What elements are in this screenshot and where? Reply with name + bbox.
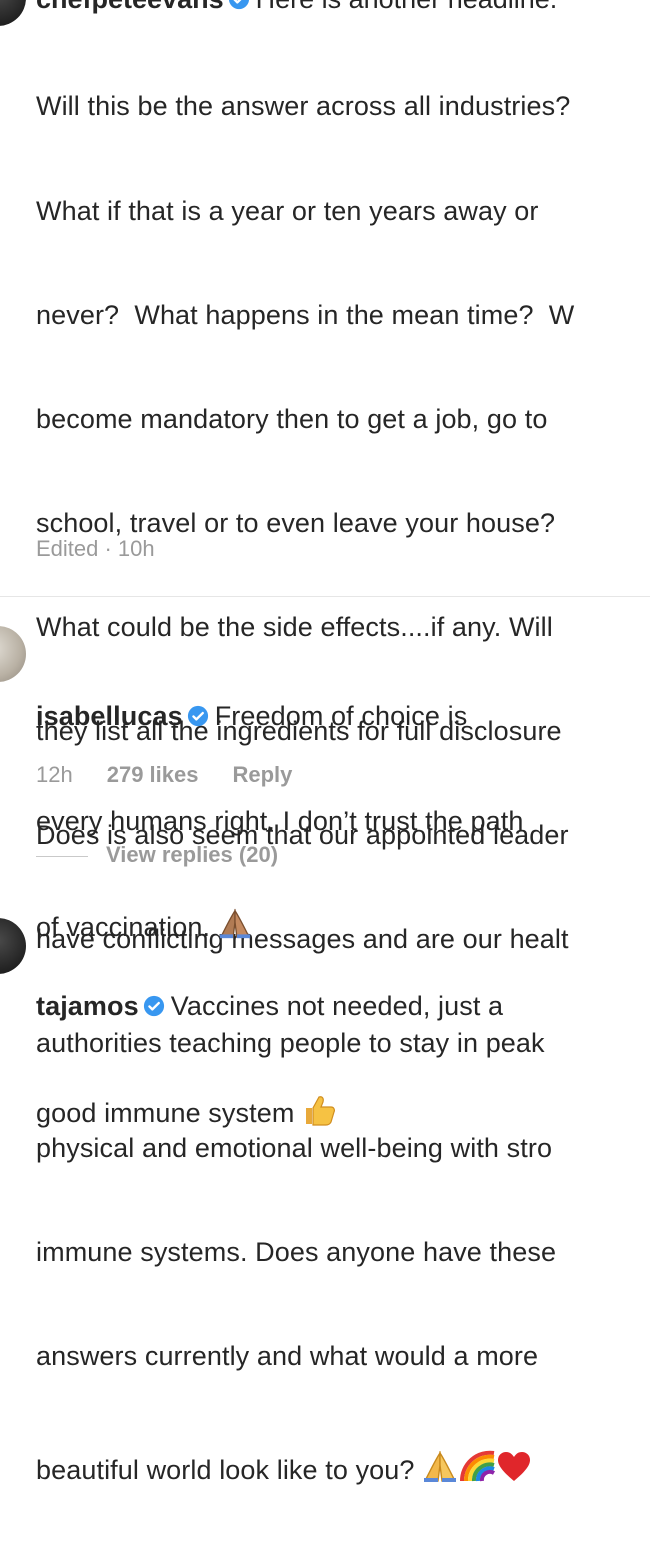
comment-line: never? What happens in the mean time? W bbox=[36, 299, 575, 330]
comment-line: What if that is a year or ten years away… bbox=[36, 195, 539, 226]
view-replies-button[interactable]: View replies (20) bbox=[36, 842, 278, 868]
edited-timestamp: Edited · 10h bbox=[36, 536, 155, 561]
comment-first-line: chefpeteevans Here is another headline. bbox=[36, 0, 557, 15]
comment-last-line: beautiful world look like to you? bbox=[36, 1449, 650, 1492]
reply-button[interactable]: Reply bbox=[232, 762, 292, 787]
verified-badge-icon bbox=[228, 0, 249, 10]
comment-line: Freedom of choice is bbox=[214, 701, 468, 732]
avatar[interactable] bbox=[0, 0, 26, 26]
comment-line: immune systems. Does anyone have these bbox=[36, 1236, 557, 1267]
rainbow-emoji bbox=[458, 1449, 496, 1492]
comment-line: beautiful world look like to you? bbox=[36, 1454, 415, 1485]
praying-hands-emoji bbox=[422, 1450, 458, 1492]
comment-meta: Edited · 10h bbox=[36, 536, 189, 562]
avatar[interactable] bbox=[0, 918, 26, 974]
view-replies-label: View replies (20) bbox=[106, 842, 279, 867]
timestamp: 12h bbox=[36, 762, 73, 787]
comment-body: tajamos Vaccines not needed, just a good … bbox=[36, 920, 650, 1204]
comment-text-start: Here is another headline. bbox=[256, 0, 558, 14]
divider bbox=[0, 596, 650, 597]
comment-line: Will this be the answer across all indus… bbox=[36, 91, 571, 122]
comment-line: Vaccines not needed, just a bbox=[170, 991, 504, 1022]
replies-line-divider bbox=[36, 855, 88, 857]
avatar[interactable] bbox=[0, 626, 26, 682]
red-heart-emoji bbox=[496, 1451, 532, 1492]
username[interactable]: isabellucas bbox=[36, 701, 183, 731]
username[interactable]: tajamos bbox=[36, 991, 139, 1021]
thumbs-up-emoji bbox=[302, 1094, 336, 1135]
comment-line: every humans right. I don’t trust the pa… bbox=[36, 805, 524, 836]
comment-line: good immune system bbox=[36, 1097, 295, 1128]
verified-badge-icon bbox=[187, 706, 208, 727]
likes-count[interactable]: 279 likes bbox=[107, 762, 199, 787]
comment-line: become mandatory then to get a job, go t… bbox=[36, 403, 548, 434]
comment-line: answers currently and what would a more bbox=[36, 1340, 539, 1371]
username[interactable]: chefpeteevans bbox=[36, 0, 224, 14]
comment-meta: 12h 279 likes Reply bbox=[36, 762, 326, 788]
